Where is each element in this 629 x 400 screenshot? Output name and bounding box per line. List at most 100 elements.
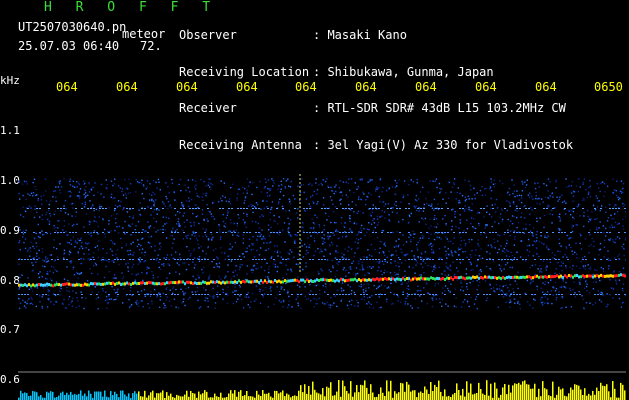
noise-dot bbox=[314, 223, 316, 225]
noise-dot bbox=[332, 203, 334, 205]
signal-segment bbox=[130, 283, 132, 286]
file-name: UT2507030640.pn bbox=[18, 20, 127, 34]
level-bar bbox=[400, 382, 402, 400]
noise-dot bbox=[183, 221, 185, 223]
noise-dot bbox=[86, 280, 89, 282]
signal-segment bbox=[376, 277, 378, 281]
signal-segment bbox=[266, 280, 268, 284]
level-bar bbox=[322, 388, 324, 400]
carrier-segment bbox=[345, 208, 347, 209]
noise-dot bbox=[72, 297, 74, 299]
noise-dot bbox=[271, 178, 273, 180]
noise-dot bbox=[402, 291, 404, 293]
noise-dot bbox=[18, 281, 20, 283]
noise-dot bbox=[92, 256, 94, 258]
noise-dot bbox=[346, 304, 349, 307]
carrier-segment bbox=[600, 294, 602, 295]
signal-segment bbox=[228, 280, 230, 284]
level-bar bbox=[162, 390, 164, 400]
noise-dot bbox=[234, 290, 236, 292]
noise-dot bbox=[82, 247, 84, 250]
carrier-segment bbox=[327, 208, 329, 209]
noise-dot bbox=[243, 256, 245, 258]
noise-dot bbox=[31, 290, 34, 292]
carrier-segment bbox=[384, 294, 386, 295]
noise-dot bbox=[437, 282, 439, 285]
signal-segment bbox=[482, 276, 484, 280]
noise-dot bbox=[569, 287, 571, 290]
signal-segment bbox=[442, 277, 444, 280]
carrier-segment bbox=[309, 259, 311, 260]
noise-dot bbox=[410, 234, 412, 236]
noise-dot bbox=[277, 188, 279, 190]
noise-dot bbox=[495, 198, 498, 201]
noise-dot bbox=[242, 212, 245, 215]
noise-dot bbox=[339, 180, 341, 182]
level-bar bbox=[484, 394, 486, 400]
signal-segment bbox=[350, 278, 352, 282]
carrier-segment bbox=[483, 232, 485, 233]
noise-dot bbox=[303, 243, 306, 246]
level-bar bbox=[176, 394, 178, 400]
noise-dot bbox=[159, 268, 162, 271]
noise-dot bbox=[586, 209, 589, 212]
noise-dot bbox=[205, 228, 207, 231]
level-bar bbox=[612, 381, 614, 400]
noise-dot bbox=[224, 252, 226, 255]
noise-dot bbox=[345, 269, 347, 272]
noise-dot bbox=[255, 221, 257, 223]
noise-dot bbox=[395, 185, 398, 187]
signal-segment bbox=[184, 282, 186, 286]
level-bar bbox=[82, 395, 84, 400]
noise-dot bbox=[108, 220, 110, 222]
noise-dot bbox=[537, 182, 539, 184]
noise-dot bbox=[536, 220, 538, 222]
noise-dot bbox=[142, 229, 144, 231]
signal-segment bbox=[468, 276, 470, 280]
noise-dot bbox=[340, 300, 342, 302]
noise-dot bbox=[53, 266, 55, 268]
level-bar bbox=[504, 384, 506, 400]
carrier-segment bbox=[144, 294, 146, 295]
noise-dot bbox=[329, 306, 331, 309]
signal-segment bbox=[192, 282, 194, 286]
noise-dot bbox=[297, 263, 299, 266]
level-bar bbox=[50, 391, 52, 400]
noise-dot bbox=[353, 255, 356, 258]
noise-dot bbox=[246, 192, 248, 194]
noise-dot bbox=[198, 277, 200, 279]
carrier-segment bbox=[468, 294, 470, 295]
noise-dot bbox=[220, 197, 222, 200]
noise-dot bbox=[148, 227, 150, 229]
noise-dot bbox=[418, 289, 420, 292]
noise-dot bbox=[431, 203, 433, 205]
noise-dot bbox=[383, 272, 385, 274]
noise-dot bbox=[618, 279, 621, 281]
noise-dot bbox=[492, 260, 495, 262]
noise-dot bbox=[173, 257, 175, 260]
noise-dot bbox=[508, 279, 511, 281]
noise-dot bbox=[529, 266, 531, 269]
level-bar bbox=[230, 390, 232, 400]
noise-dot bbox=[270, 188, 272, 190]
noise-dot bbox=[166, 197, 168, 200]
level-bar bbox=[544, 388, 546, 400]
noise-dot bbox=[262, 235, 265, 238]
carrier-segment bbox=[597, 232, 599, 233]
noise-dot bbox=[612, 288, 615, 290]
noise-dot bbox=[451, 255, 454, 257]
noise-dot bbox=[45, 277, 47, 280]
noise-dot bbox=[283, 222, 286, 224]
carrier-segment bbox=[153, 259, 155, 260]
carrier-segment bbox=[618, 208, 620, 209]
carrier-segment bbox=[327, 294, 329, 295]
noise-dot bbox=[324, 180, 327, 183]
noise-dot bbox=[313, 202, 315, 204]
noise-dot bbox=[159, 292, 161, 295]
noise-dot bbox=[416, 290, 419, 292]
noise-dot bbox=[194, 291, 197, 293]
noise-dot bbox=[196, 239, 199, 241]
noise-dot bbox=[360, 286, 362, 288]
signal-segment bbox=[450, 276, 452, 280]
signal-segment bbox=[314, 279, 316, 283]
